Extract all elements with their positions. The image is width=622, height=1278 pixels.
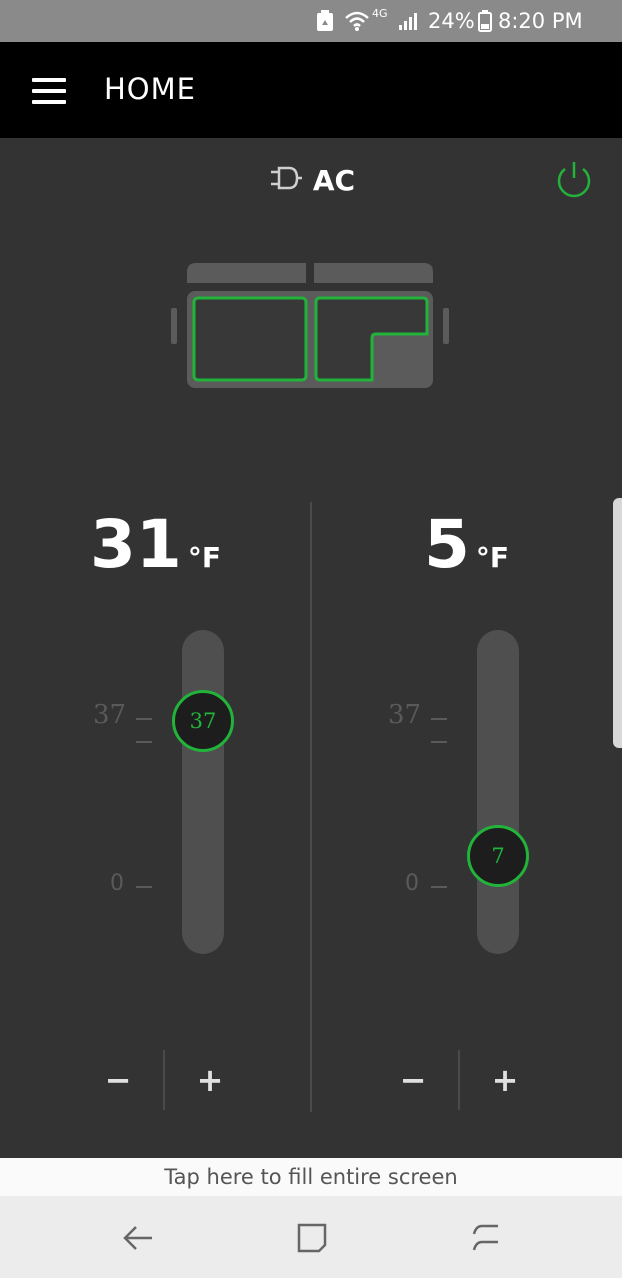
recycle-notification-icon	[316, 0, 334, 42]
scale-max-label: 37	[93, 700, 127, 730]
temperature-unit: °F	[475, 541, 510, 574]
temperature-slider-knob[interactable]: 7	[467, 825, 529, 887]
fridge-compartments-diagram	[165, 258, 455, 398]
decrease-button[interactable]: −	[368, 1050, 458, 1110]
scale-tick	[136, 718, 152, 720]
zone-left-stepper: − +	[0, 1050, 311, 1110]
page-title: HOME	[104, 72, 196, 106]
fill-screen-banner[interactable]: Tap here to fill entire screen	[0, 1158, 622, 1196]
zone-right: 5 °F 37 0 7 − +	[311, 498, 622, 1138]
wifi-icon	[344, 0, 370, 42]
temperature-slider-track[interactable]	[182, 630, 224, 954]
power-source: AC	[0, 158, 622, 202]
scale-tick	[431, 886, 447, 888]
main-panel: AC 31 °F 37 0 37 − + 5 °F 37 0 7 − +	[0, 138, 622, 1158]
temperature-value: 31	[90, 506, 182, 583]
temperature-slider-track[interactable]	[477, 630, 519, 954]
power-plug-icon	[267, 164, 303, 196]
zone-left-temperature: 31 °F	[0, 498, 311, 578]
battery-percent: 24%	[428, 9, 475, 33]
zone-right-stepper: − +	[311, 1050, 622, 1110]
power-source-label: AC	[312, 163, 356, 197]
scale-tick	[431, 741, 447, 743]
setpoint-value: 37	[189, 709, 217, 733]
scale-tick	[431, 718, 447, 720]
app-bar: HOME	[0, 42, 622, 138]
setpoint-value: 7	[491, 844, 505, 868]
recents-icon[interactable]	[462, 1214, 510, 1262]
scale-min-label: 0	[110, 871, 124, 896]
clock: 8:20 PM	[498, 9, 583, 33]
scale-tick	[136, 886, 152, 888]
network-type: 4G	[372, 6, 388, 20]
hamburger-menu-icon[interactable]	[32, 78, 66, 104]
scale-max-label: 37	[388, 700, 422, 730]
temperature-value: 5	[423, 506, 470, 583]
increase-button[interactable]: +	[460, 1050, 550, 1110]
scale-min-label: 0	[405, 871, 419, 896]
increase-button[interactable]: +	[165, 1050, 255, 1110]
temperature-unit: °F	[187, 541, 221, 574]
home-square-icon[interactable]	[288, 1214, 336, 1262]
status-bar: 4G 24% 8:20 PM	[0, 0, 622, 42]
battery-icon	[478, 0, 492, 42]
navigation-bar	[0, 1196, 622, 1278]
signal-icon	[398, 0, 420, 42]
temperature-slider-knob[interactable]: 37	[172, 690, 234, 752]
zone-left: 31 °F 37 0 37 − +	[0, 498, 311, 1138]
scale-tick	[136, 741, 152, 743]
zone-right-temperature: 5 °F	[311, 498, 622, 578]
back-arrow-icon[interactable]	[114, 1214, 162, 1262]
power-icon[interactable]	[552, 158, 596, 202]
decrease-button[interactable]: −	[73, 1050, 163, 1110]
